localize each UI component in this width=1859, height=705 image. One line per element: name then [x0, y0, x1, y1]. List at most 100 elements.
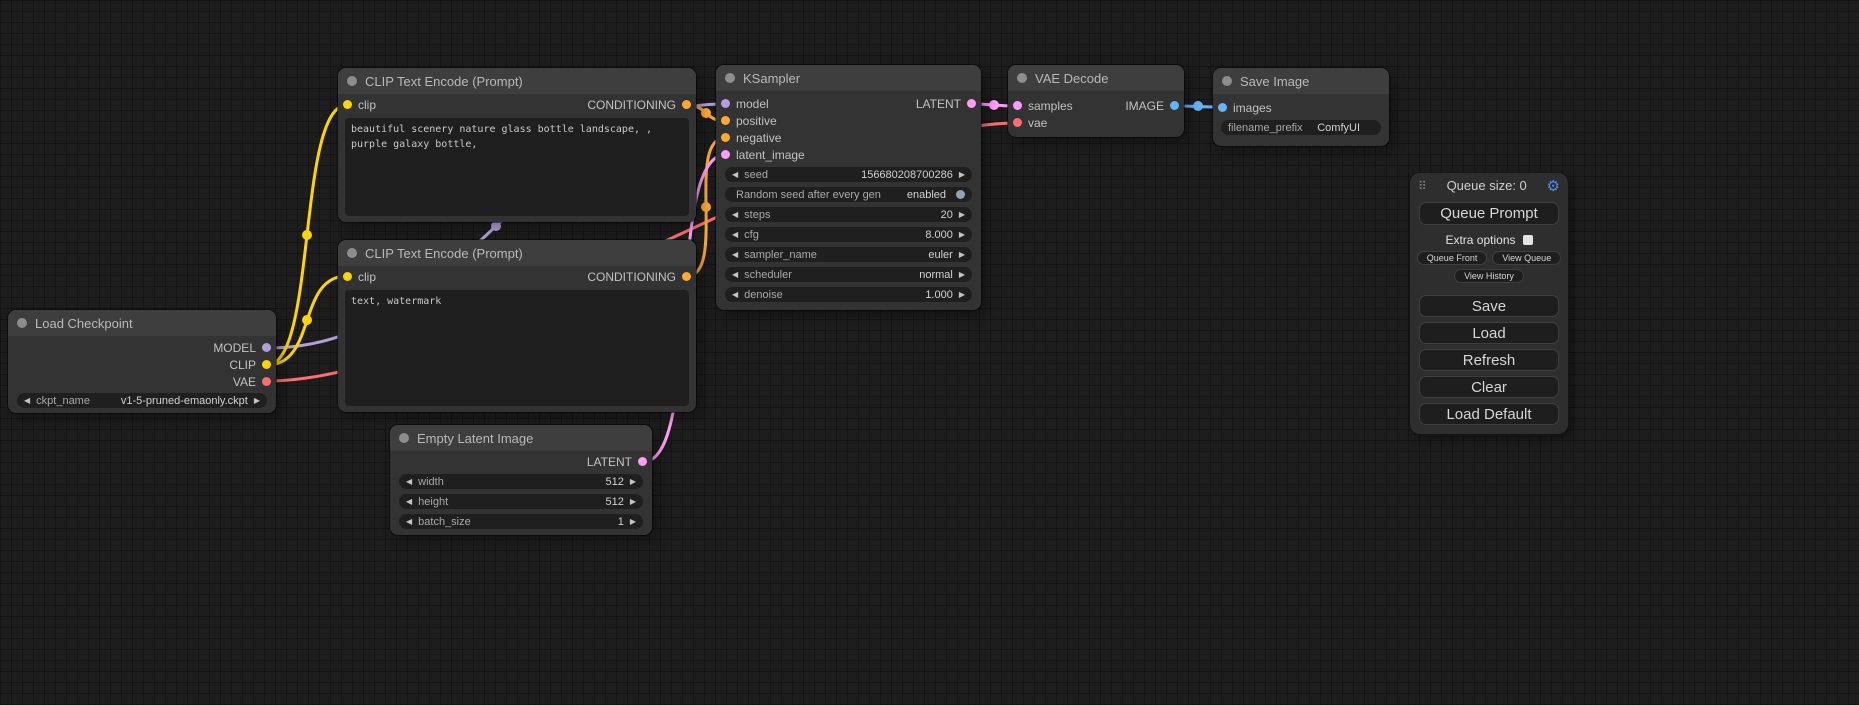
slot-dot-vae[interactable]: [262, 377, 271, 386]
slot-dot-conditioning[interactable]: [721, 116, 730, 125]
widget-denoise[interactable]: ◀ denoise 1.000 ▶: [725, 287, 972, 302]
node-titlebar[interactable]: Load Checkpoint: [8, 310, 276, 336]
input-slot-negative[interactable]: negative: [721, 131, 781, 145]
decrement-arrow-icon[interactable]: ◀: [732, 251, 738, 259]
slot-dot-latent[interactable]: [1013, 101, 1022, 110]
node-titlebar[interactable]: Empty Latent Image: [390, 425, 652, 451]
slot-dot-image[interactable]: [1170, 101, 1179, 110]
output-slot-conditioning[interactable]: CONDITIONING: [587, 98, 691, 112]
slot-dot-latent[interactable]: [967, 99, 976, 108]
input-slot-clip[interactable]: clip: [343, 270, 376, 284]
input-slot-model[interactable]: model: [721, 97, 769, 111]
load-button[interactable]: Load: [1419, 322, 1559, 344]
node-load-checkpoint[interactable]: Load Checkpoint MODEL CLIP VAE ◀ ckpt_na…: [8, 310, 276, 413]
slot-dot-model[interactable]: [262, 343, 271, 352]
extra-options-checkbox[interactable]: [1523, 235, 1533, 245]
widget-sampler-name[interactable]: ◀ sampler_name euler ▶: [725, 247, 972, 262]
node-status-dot[interactable]: [725, 73, 735, 83]
output-slot-conditioning[interactable]: CONDITIONING: [587, 270, 691, 284]
increment-arrow-icon[interactable]: ▶: [959, 231, 965, 239]
widget-random-seed-toggle[interactable]: Random seed after every gen enabled: [725, 187, 972, 202]
node-vae-decode[interactable]: VAE Decode samples IMAGE vae: [1008, 65, 1184, 137]
node-status-dot[interactable]: [1222, 76, 1232, 86]
input-slot-images[interactable]: images: [1218, 101, 1272, 115]
node-titlebar[interactable]: Save Image: [1213, 68, 1389, 94]
increment-arrow-icon[interactable]: ▶: [959, 291, 965, 299]
decrement-arrow-icon[interactable]: ◀: [24, 397, 30, 405]
input-slot-positive[interactable]: positive: [721, 114, 777, 128]
output-slot-latent[interactable]: LATENT: [916, 97, 976, 111]
input-slot-latent-image[interactable]: latent_image: [721, 148, 805, 162]
widget-width[interactable]: ◀ width 512 ▶: [399, 474, 643, 489]
refresh-button[interactable]: Refresh: [1419, 349, 1559, 371]
node-status-dot[interactable]: [17, 318, 27, 328]
decrement-arrow-icon[interactable]: ◀: [732, 211, 738, 219]
decrement-arrow-icon[interactable]: ◀: [732, 171, 738, 179]
slot-dot-image[interactable]: [1218, 103, 1227, 112]
decrement-arrow-icon[interactable]: ◀: [406, 518, 412, 526]
node-titlebar[interactable]: VAE Decode: [1008, 65, 1184, 91]
node-titlebar[interactable]: KSampler: [716, 65, 981, 91]
decrement-arrow-icon[interactable]: ◀: [732, 291, 738, 299]
node-status-dot[interactable]: [347, 76, 357, 86]
slot-dot-model[interactable]: [721, 99, 730, 108]
increment-arrow-icon[interactable]: ▶: [959, 211, 965, 219]
slot-dot-latent[interactable]: [638, 457, 647, 466]
output-slot-vae[interactable]: VAE: [233, 375, 271, 389]
node-clip-text-encode-negative[interactable]: CLIP Text Encode (Prompt) clip CONDITION…: [338, 240, 696, 412]
queue-front-button[interactable]: Queue Front: [1417, 251, 1488, 265]
increment-arrow-icon[interactable]: ▶: [630, 478, 636, 486]
settings-gear-icon[interactable]: ⚙: [1547, 177, 1560, 195]
slot-dot-conditioning[interactable]: [721, 133, 730, 142]
decrement-arrow-icon[interactable]: ◀: [406, 478, 412, 486]
node-status-dot[interactable]: [399, 433, 409, 443]
widget-scheduler[interactable]: ◀ scheduler normal ▶: [725, 267, 972, 282]
node-titlebar[interactable]: CLIP Text Encode (Prompt): [338, 68, 696, 94]
slot-dot-conditioning[interactable]: [682, 272, 691, 281]
save-button[interactable]: Save: [1419, 295, 1559, 317]
view-history-button[interactable]: View History: [1454, 269, 1524, 283]
input-slot-vae[interactable]: vae: [1013, 116, 1047, 130]
increment-arrow-icon[interactable]: ▶: [254, 397, 260, 405]
decrement-arrow-icon[interactable]: ◀: [406, 498, 412, 506]
output-slot-clip[interactable]: CLIP: [229, 358, 271, 372]
clear-button[interactable]: Clear: [1419, 376, 1559, 398]
input-slot-clip[interactable]: clip: [343, 98, 376, 112]
slot-dot-vae[interactable]: [1013, 118, 1022, 127]
node-clip-text-encode-positive[interactable]: CLIP Text Encode (Prompt) clip CONDITION…: [338, 68, 696, 222]
increment-arrow-icon[interactable]: ▶: [630, 518, 636, 526]
node-status-dot[interactable]: [1017, 73, 1027, 83]
load-default-button[interactable]: Load Default: [1419, 403, 1559, 425]
slot-dot-clip[interactable]: [343, 100, 352, 109]
decrement-arrow-icon[interactable]: ◀: [732, 271, 738, 279]
widget-ckpt-name[interactable]: ◀ ckpt_name v1-5-pruned-emaonly.ckpt ▶: [17, 393, 267, 408]
prompt-textarea[interactable]: beautiful scenery nature glass bottle la…: [345, 118, 689, 216]
increment-arrow-icon[interactable]: ▶: [959, 251, 965, 259]
node-save-image[interactable]: Save Image images filename_prefix ComfyU…: [1213, 68, 1389, 146]
prompt-textarea[interactable]: text, watermark: [345, 290, 689, 406]
output-slot-image[interactable]: IMAGE: [1125, 99, 1179, 113]
output-slot-latent[interactable]: LATENT: [587, 455, 647, 469]
node-ksampler[interactable]: KSampler model LATENT positive negative …: [716, 65, 981, 310]
slot-dot-conditioning[interactable]: [682, 100, 691, 109]
queue-prompt-button[interactable]: Queue Prompt: [1419, 202, 1559, 225]
drag-handle-icon[interactable]: ⠿: [1418, 179, 1427, 193]
widget-filename-prefix[interactable]: filename_prefix ComfyUI: [1221, 120, 1381, 135]
increment-arrow-icon[interactable]: ▶: [959, 171, 965, 179]
node-status-dot[interactable]: [347, 248, 357, 258]
slot-dot-latent[interactable]: [721, 150, 730, 159]
view-queue-button[interactable]: View Queue: [1492, 251, 1561, 265]
output-slot-model[interactable]: MODEL: [213, 341, 271, 355]
widget-seed[interactable]: ◀ seed 156680208700286 ▶: [725, 167, 972, 182]
decrement-arrow-icon[interactable]: ◀: [732, 231, 738, 239]
widget-batch-size[interactable]: ◀ batch_size 1 ▶: [399, 514, 643, 529]
increment-arrow-icon[interactable]: ▶: [630, 498, 636, 506]
node-canvas[interactable]: Load Checkpoint MODEL CLIP VAE ◀ ckpt_na…: [0, 0, 1859, 705]
toggle-dot[interactable]: [956, 190, 965, 199]
input-slot-samples[interactable]: samples: [1013, 99, 1073, 113]
widget-steps[interactable]: ◀ steps 20 ▶: [725, 207, 972, 222]
slot-dot-clip[interactable]: [262, 360, 271, 369]
widget-height[interactable]: ◀ height 512 ▶: [399, 494, 643, 509]
increment-arrow-icon[interactable]: ▶: [959, 271, 965, 279]
node-titlebar[interactable]: CLIP Text Encode (Prompt): [338, 240, 696, 266]
